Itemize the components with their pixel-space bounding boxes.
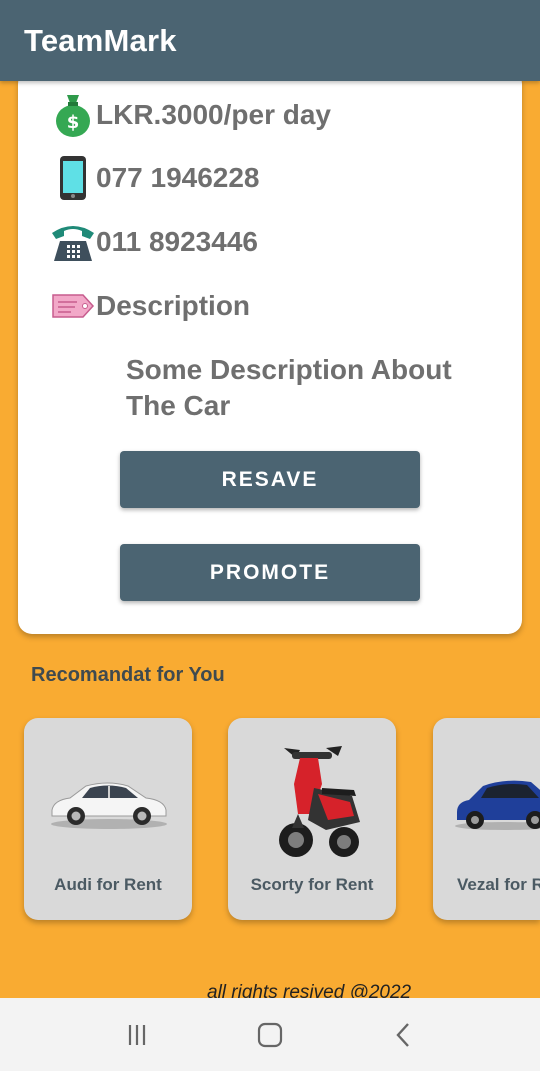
price-text: LKR.3000/per day: [96, 99, 331, 130]
promote-button[interactable]: PROMOTE: [120, 544, 420, 601]
recommended-label-scorty: Scorty for Rent: [250, 875, 374, 894]
svg-text:$: $: [67, 112, 80, 133]
system-nav-bar: [0, 998, 540, 1071]
price-row: $ LKR.3000/per day: [50, 90, 331, 140]
description-text: Some Description About The Car: [126, 354, 452, 421]
recents-icon[interactable]: [117, 1015, 157, 1055]
recommended-card-audi[interactable]: Audi for Rent: [24, 718, 192, 920]
recommended-card-vezal[interactable]: Vezal for Rent: [433, 718, 540, 920]
app-bar: TeamMark: [0, 0, 540, 81]
price-tag-icon: [50, 283, 96, 329]
recommended-title: Recomandat for You: [31, 664, 225, 686]
back-icon[interactable]: [383, 1015, 423, 1055]
reserve-button[interactable]: RESAVE: [120, 451, 420, 508]
description-label: Description: [96, 290, 251, 321]
red-scooter-image: [279, 746, 360, 857]
mobile-phone-icon: [50, 155, 96, 201]
mobile-number[interactable]: 077 1946228: [96, 162, 260, 194]
home-icon[interactable]: [250, 1015, 290, 1055]
recommended-card-scorty[interactable]: Scorty for Rent: [228, 718, 396, 920]
mobile-row: 077 1946228: [50, 153, 260, 203]
recommended-label-vezal: Vezal for Rent: [457, 875, 540, 894]
white-sedan-image: [51, 782, 167, 829]
description-row: Description: [50, 281, 250, 331]
landline-row: 011 8923446: [50, 217, 258, 267]
recommended-label-audi: Audi for Rent: [54, 875, 162, 894]
car-details-card: $ LKR.3000/per day 077 1946228 011 89234…: [18, 70, 522, 634]
blue-suv-image: [455, 780, 540, 830]
telephone-icon: [50, 219, 96, 265]
landline-number[interactable]: 011 8923446: [96, 226, 258, 258]
app-title: TeamMark: [24, 23, 177, 58]
money-bag-icon: $: [50, 92, 96, 138]
